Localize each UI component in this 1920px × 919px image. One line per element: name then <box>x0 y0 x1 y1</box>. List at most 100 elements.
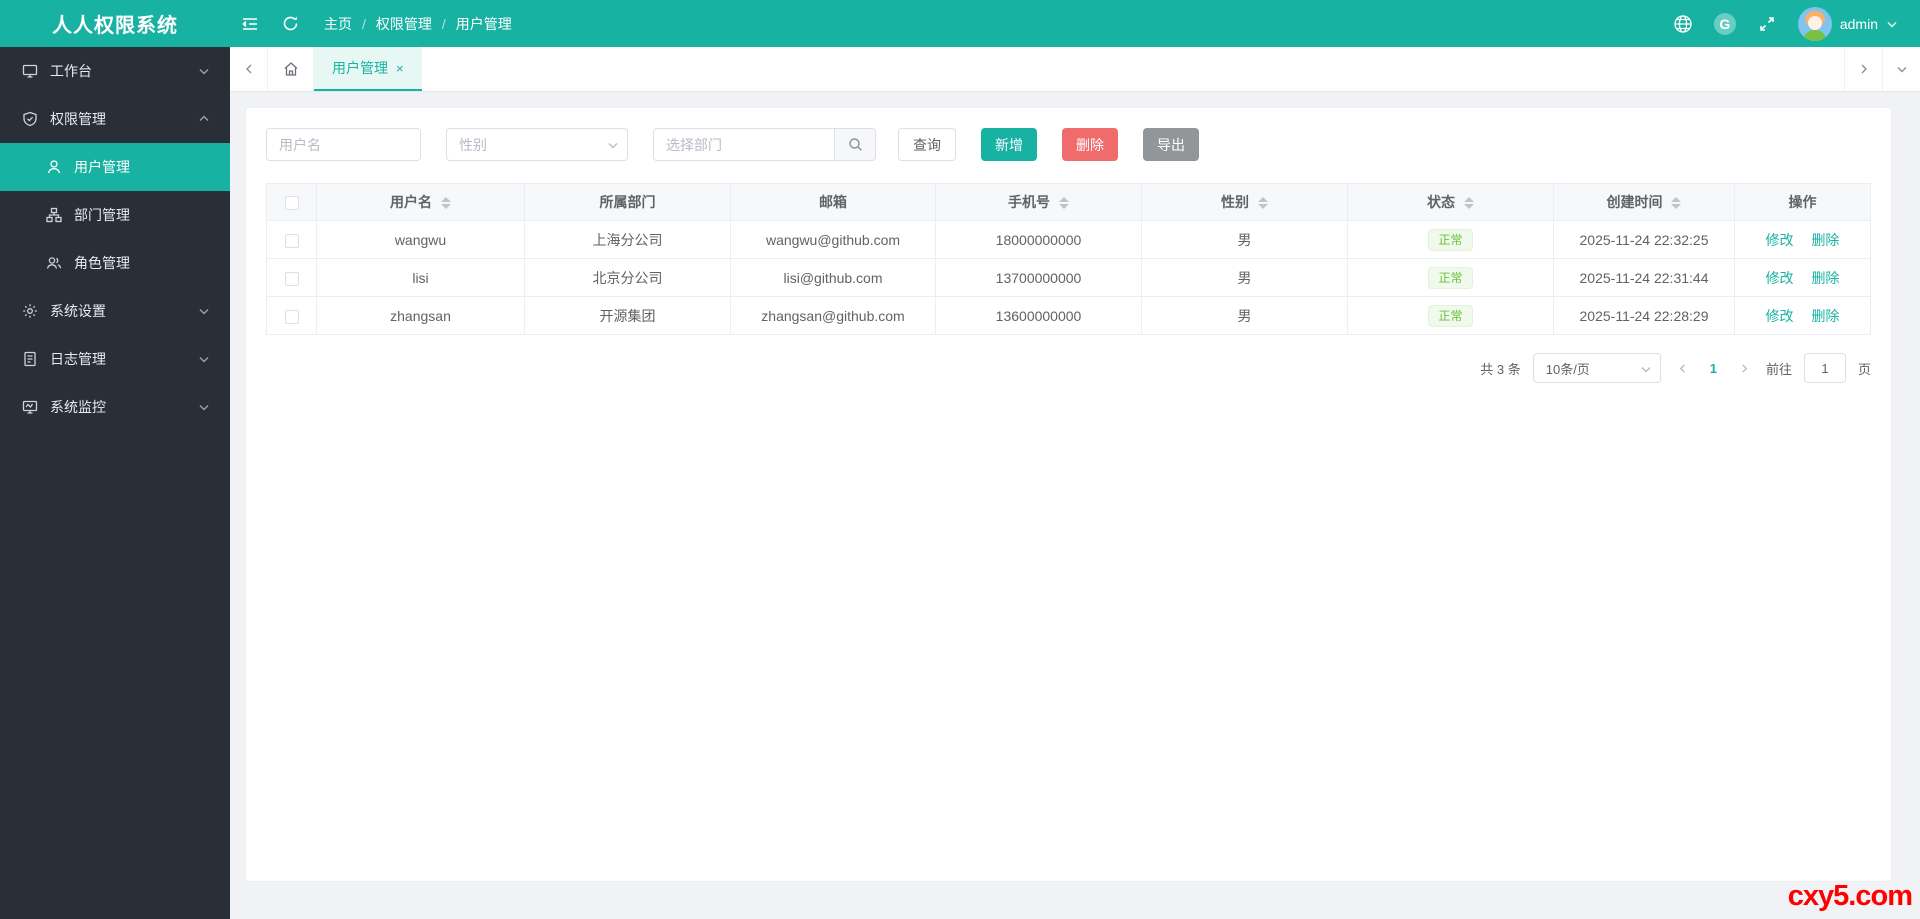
cell-created: 2025-11-24 22:28:29 <box>1553 296 1735 335</box>
gender-filter-select[interactable] <box>446 128 628 161</box>
sort-icon[interactable] <box>440 197 451 210</box>
goto-page-input[interactable] <box>1803 353 1846 383</box>
cell-dept: 北京分公司 <box>524 258 731 297</box>
page-size-select[interactable] <box>1532 353 1661 383</box>
column-header-status[interactable]: 状态 <box>1347 183 1554 221</box>
export-button[interactable]: 导出 <box>1143 128 1199 161</box>
page-size-input[interactable] <box>1532 353 1661 383</box>
refresh-button[interactable] <box>270 0 310 47</box>
breadcrumb-current: 用户管理 <box>455 15 512 32</box>
edit-link[interactable]: 修改 <box>1766 232 1794 248</box>
tab-bar: 用户管理 × <box>230 47 1920 92</box>
column-header-created[interactable]: 创建时间 <box>1553 183 1735 221</box>
delete-button[interactable]: 删除 <box>1062 128 1118 161</box>
gender-select-input[interactable] <box>446 128 628 161</box>
chevron-up-icon <box>198 113 210 125</box>
next-page-button[interactable] <box>1735 363 1754 374</box>
cell-gender: 男 <box>1141 220 1348 259</box>
table-header-row: 用户名 所属部门 邮箱 手机号 性别 状态 创建时间 操作 <box>266 183 1871 221</box>
cell-username: zhangsan <box>316 296 525 335</box>
sidebar-item-system-monitor[interactable]: 系统监控 <box>0 383 230 431</box>
table-row: wangwu 上海分公司 wangwu@github.com 180000000… <box>266 220 1871 259</box>
cell-created: 2025-11-24 22:32:25 <box>1553 220 1735 259</box>
cell-username: lisi <box>316 258 525 297</box>
tabs-menu-button[interactable] <box>1882 47 1920 91</box>
shield-check-icon <box>22 111 38 127</box>
chevron-down-icon <box>1886 18 1898 30</box>
dept-search-button[interactable] <box>835 128 876 161</box>
gitee-link-button[interactable]: G <box>1708 0 1742 47</box>
sidebar-item-workbench[interactable]: 工作台 <box>0 47 230 95</box>
status-badge: 正常 <box>1428 266 1473 289</box>
sidebar-item-role-mgmt[interactable]: 角色管理 <box>0 239 230 287</box>
delete-link[interactable]: 删除 <box>1811 270 1839 286</box>
column-header-username[interactable]: 用户名 <box>316 183 525 221</box>
edit-link[interactable]: 修改 <box>1766 270 1794 286</box>
home-icon <box>283 61 299 77</box>
sidebar-collapse-button[interactable] <box>230 0 270 47</box>
avatar <box>1797 6 1832 41</box>
dept-filter-group <box>653 128 876 161</box>
dept-filter-input[interactable] <box>653 128 835 161</box>
sidebar-item-dept-mgmt[interactable]: 部门管理 <box>0 191 230 239</box>
chevron-down-icon <box>198 353 210 365</box>
page-content: 查询 新增 删除 导出 用户名 <box>230 92 1920 919</box>
select-all-checkbox[interactable] <box>284 196 299 211</box>
cell-email: wangwu@github.com <box>730 220 936 259</box>
sidebar-item-system-settings[interactable]: 系统设置 <box>0 287 230 335</box>
sort-icon[interactable] <box>1257 197 1268 210</box>
column-header-email: 邮箱 <box>730 183 936 221</box>
user-icon <box>46 159 62 175</box>
sort-icon[interactable] <box>1671 197 1682 210</box>
tab-user-mgmt[interactable]: 用户管理 × <box>314 47 422 91</box>
row-checkbox[interactable] <box>284 233 299 248</box>
pagination: 共 3 条 1 前往 页 <box>266 353 1871 383</box>
row-checkbox[interactable] <box>284 271 299 286</box>
delete-link[interactable]: 删除 <box>1811 232 1839 248</box>
users-table: 用户名 所属部门 邮箱 手机号 性别 状态 创建时间 操作 wangwu 上海分… <box>266 183 1871 335</box>
row-checkbox[interactable] <box>284 309 299 324</box>
tabs-scroll-left-button[interactable] <box>230 47 268 91</box>
cell-dept: 上海分公司 <box>524 220 731 259</box>
column-header-phone[interactable]: 手机号 <box>935 183 1142 221</box>
query-button[interactable]: 查询 <box>898 128 956 161</box>
breadcrumb-section[interactable]: 权限管理 <box>376 14 432 34</box>
fullscreen-icon <box>1758 15 1776 33</box>
sidebar-item-log-mgmt[interactable]: 日志管理 <box>0 335 230 383</box>
sidebar-item-permission[interactable]: 权限管理 <box>0 95 230 143</box>
status-badge: 正常 <box>1428 228 1473 251</box>
prev-page-button[interactable] <box>1673 363 1692 374</box>
column-header-ops: 操作 <box>1734 183 1871 221</box>
globe-icon <box>1673 14 1693 34</box>
cell-username: wangwu <box>316 220 525 259</box>
chevron-down-icon <box>198 401 210 413</box>
sort-icon[interactable] <box>1058 197 1069 210</box>
user-mgmt-panel: 查询 新增 删除 导出 用户名 <box>245 107 1892 882</box>
user-menu[interactable]: admin <box>1797 6 1898 41</box>
users-icon <box>46 255 62 271</box>
delete-link[interactable]: 删除 <box>1811 308 1839 324</box>
username-label: admin <box>1839 15 1878 32</box>
home-tab-button[interactable] <box>268 47 314 91</box>
page-unit-label: 页 <box>1857 361 1871 377</box>
fullscreen-button[interactable] <box>1750 0 1784 47</box>
tabs-scroll-right-button[interactable] <box>1844 47 1882 91</box>
cell-dept: 开源集团 <box>524 296 731 335</box>
column-header-gender[interactable]: 性别 <box>1141 183 1348 221</box>
breadcrumb: 主页 / 权限管理 / 用户管理 <box>324 14 512 34</box>
add-button[interactable]: 新增 <box>981 128 1037 161</box>
select-all-header[interactable] <box>266 183 317 221</box>
edit-link[interactable]: 修改 <box>1766 308 1794 324</box>
page-number-1[interactable]: 1 <box>1704 361 1723 376</box>
sidebar-item-user-mgmt[interactable]: 用户管理 <box>0 143 230 191</box>
org-chart-icon <box>46 207 62 223</box>
tab-close-icon[interactable]: × <box>396 62 404 75</box>
username-filter-input[interactable] <box>266 128 421 161</box>
breadcrumb-home[interactable]: 主页 <box>324 14 352 34</box>
status-badge: 正常 <box>1428 304 1473 327</box>
sort-icon[interactable] <box>1463 197 1474 210</box>
cell-email: lisi@github.com <box>730 258 936 297</box>
language-button[interactable] <box>1666 0 1700 47</box>
cell-phone: 13600000000 <box>935 296 1142 335</box>
column-header-dept: 所属部门 <box>524 183 731 221</box>
